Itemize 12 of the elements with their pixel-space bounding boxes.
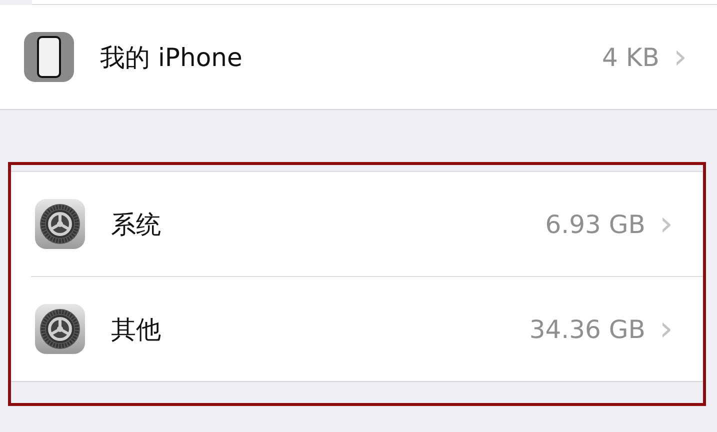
row-label: 我的 iPhone [100, 42, 244, 74]
phone-icon [24, 32, 74, 82]
chevron-icon[interactable]: › [659, 312, 673, 346]
storage-size: 6.93 GB [545, 210, 646, 238]
chevron-icon[interactable]: › [659, 207, 673, 241]
gear-icon [35, 199, 85, 249]
row-label: 系统 [111, 208, 162, 240]
storage-size: 4 KB [602, 42, 660, 72]
row-label: 其他 [111, 314, 162, 346]
chevron-icon[interactable]: › [673, 40, 687, 74]
storage-size: 34.36 GB [529, 314, 646, 344]
gear-icon [35, 304, 85, 354]
